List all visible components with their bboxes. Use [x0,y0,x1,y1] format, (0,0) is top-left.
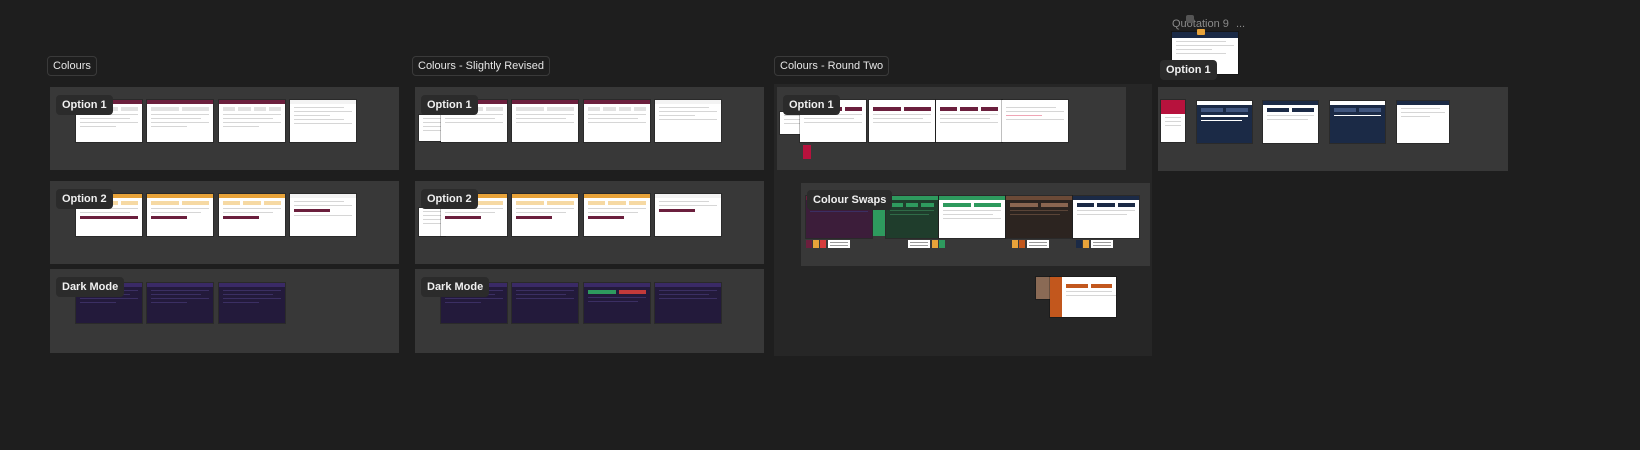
label-dark-mode: Dark Mode [56,277,125,297]
thumb-revised-dark-2[interactable] [512,283,578,323]
swatch-swap-4b [1083,240,1089,248]
thumb-swap-photo[interactable] [1036,277,1050,299]
thumb-revised-dark-3[interactable] [584,283,650,323]
thumb-revised-o2-3[interactable] [584,194,650,236]
thumb-right-o1-2[interactable] [1263,101,1318,143]
note-swap-3 [1027,240,1049,248]
thumb-colours-o1-2[interactable] [147,100,213,142]
thumb-revised-o2-4[interactable] [655,194,721,236]
swatch-swap-3b [1019,240,1025,248]
label-option-1: Option 1 [56,95,113,115]
thumb-right-o1-4[interactable] [1397,101,1449,143]
thumb-swap-green-dark[interactable] [886,196,938,238]
swatch-swap-4a [1076,240,1082,248]
note-swap-4 [1091,240,1113,248]
thumb-colours-dark-3[interactable] [219,283,285,323]
swatch-swap-1b [813,240,819,248]
thumb-revised-o1-4[interactable] [655,100,721,142]
swatch-maroon [803,145,811,159]
frame-title-colours-round-two[interactable]: Colours - Round Two [774,56,890,76]
note-swap-1 [828,240,850,248]
thumb-swap-green-light[interactable] [939,196,1005,238]
thumb-right-o1-3[interactable] [1330,101,1385,143]
label-option-1: Option 1 [783,95,840,115]
swatch-swap-3a [1012,240,1018,248]
thumb-colours-o1-4[interactable] [290,100,356,142]
thumb-round-two-o1-3[interactable] [936,100,1002,142]
swatch-swap-2b [939,240,945,248]
thumb-swap-navy[interactable] [1073,196,1139,238]
thumb-round-two-o1-4[interactable] [1002,100,1068,142]
frame-title-colours[interactable]: Colours [47,56,97,76]
label-colour-swaps: Colour Swaps [807,190,893,210]
thumb-swap-brown[interactable] [1006,196,1072,238]
label-option-1: Option 1 [1160,60,1217,80]
frame-title-colours-slightly-revised[interactable]: Colours - Slightly Revised [412,56,550,76]
label-option-2: Option 2 [421,189,478,209]
thumb-colours-o2-4[interactable] [290,194,356,236]
thumb-colours-o2-2[interactable] [147,194,213,236]
quotation-frame-title[interactable]: Quotation 9 ... [1172,18,1245,30]
thumb-colours-o1-3[interactable] [219,100,285,142]
thumb-right-o1-1[interactable] [1197,101,1252,143]
thumb-revised-o2-2[interactable] [512,194,578,236]
label-dark-mode: Dark Mode [421,277,490,297]
label-option-1: Option 1 [421,95,478,115]
quotation-ellipsis: ... [1235,18,1246,30]
thumb-colours-dark-2[interactable] [147,283,213,323]
thumb-revised-o1-3[interactable] [584,100,650,142]
thumb-right-o1-red[interactable] [1161,100,1185,142]
quotation-accent-icon [1197,29,1205,35]
thumb-revised-o1-2[interactable] [512,100,578,142]
swatch-swap-2a [932,240,938,248]
thumb-swap-orange[interactable] [1050,277,1116,317]
thumb-revised-dark-4[interactable] [655,283,721,323]
thumb-colours-o2-3[interactable] [219,194,285,236]
thumb-round-two-o1-2[interactable] [869,100,935,142]
label-option-2: Option 2 [56,189,113,209]
quotation-badge-icon [1186,15,1194,23]
note-swap-2 [908,240,930,248]
swatch-swap-1a [806,240,812,248]
swatch-swap-1c [820,240,826,248]
